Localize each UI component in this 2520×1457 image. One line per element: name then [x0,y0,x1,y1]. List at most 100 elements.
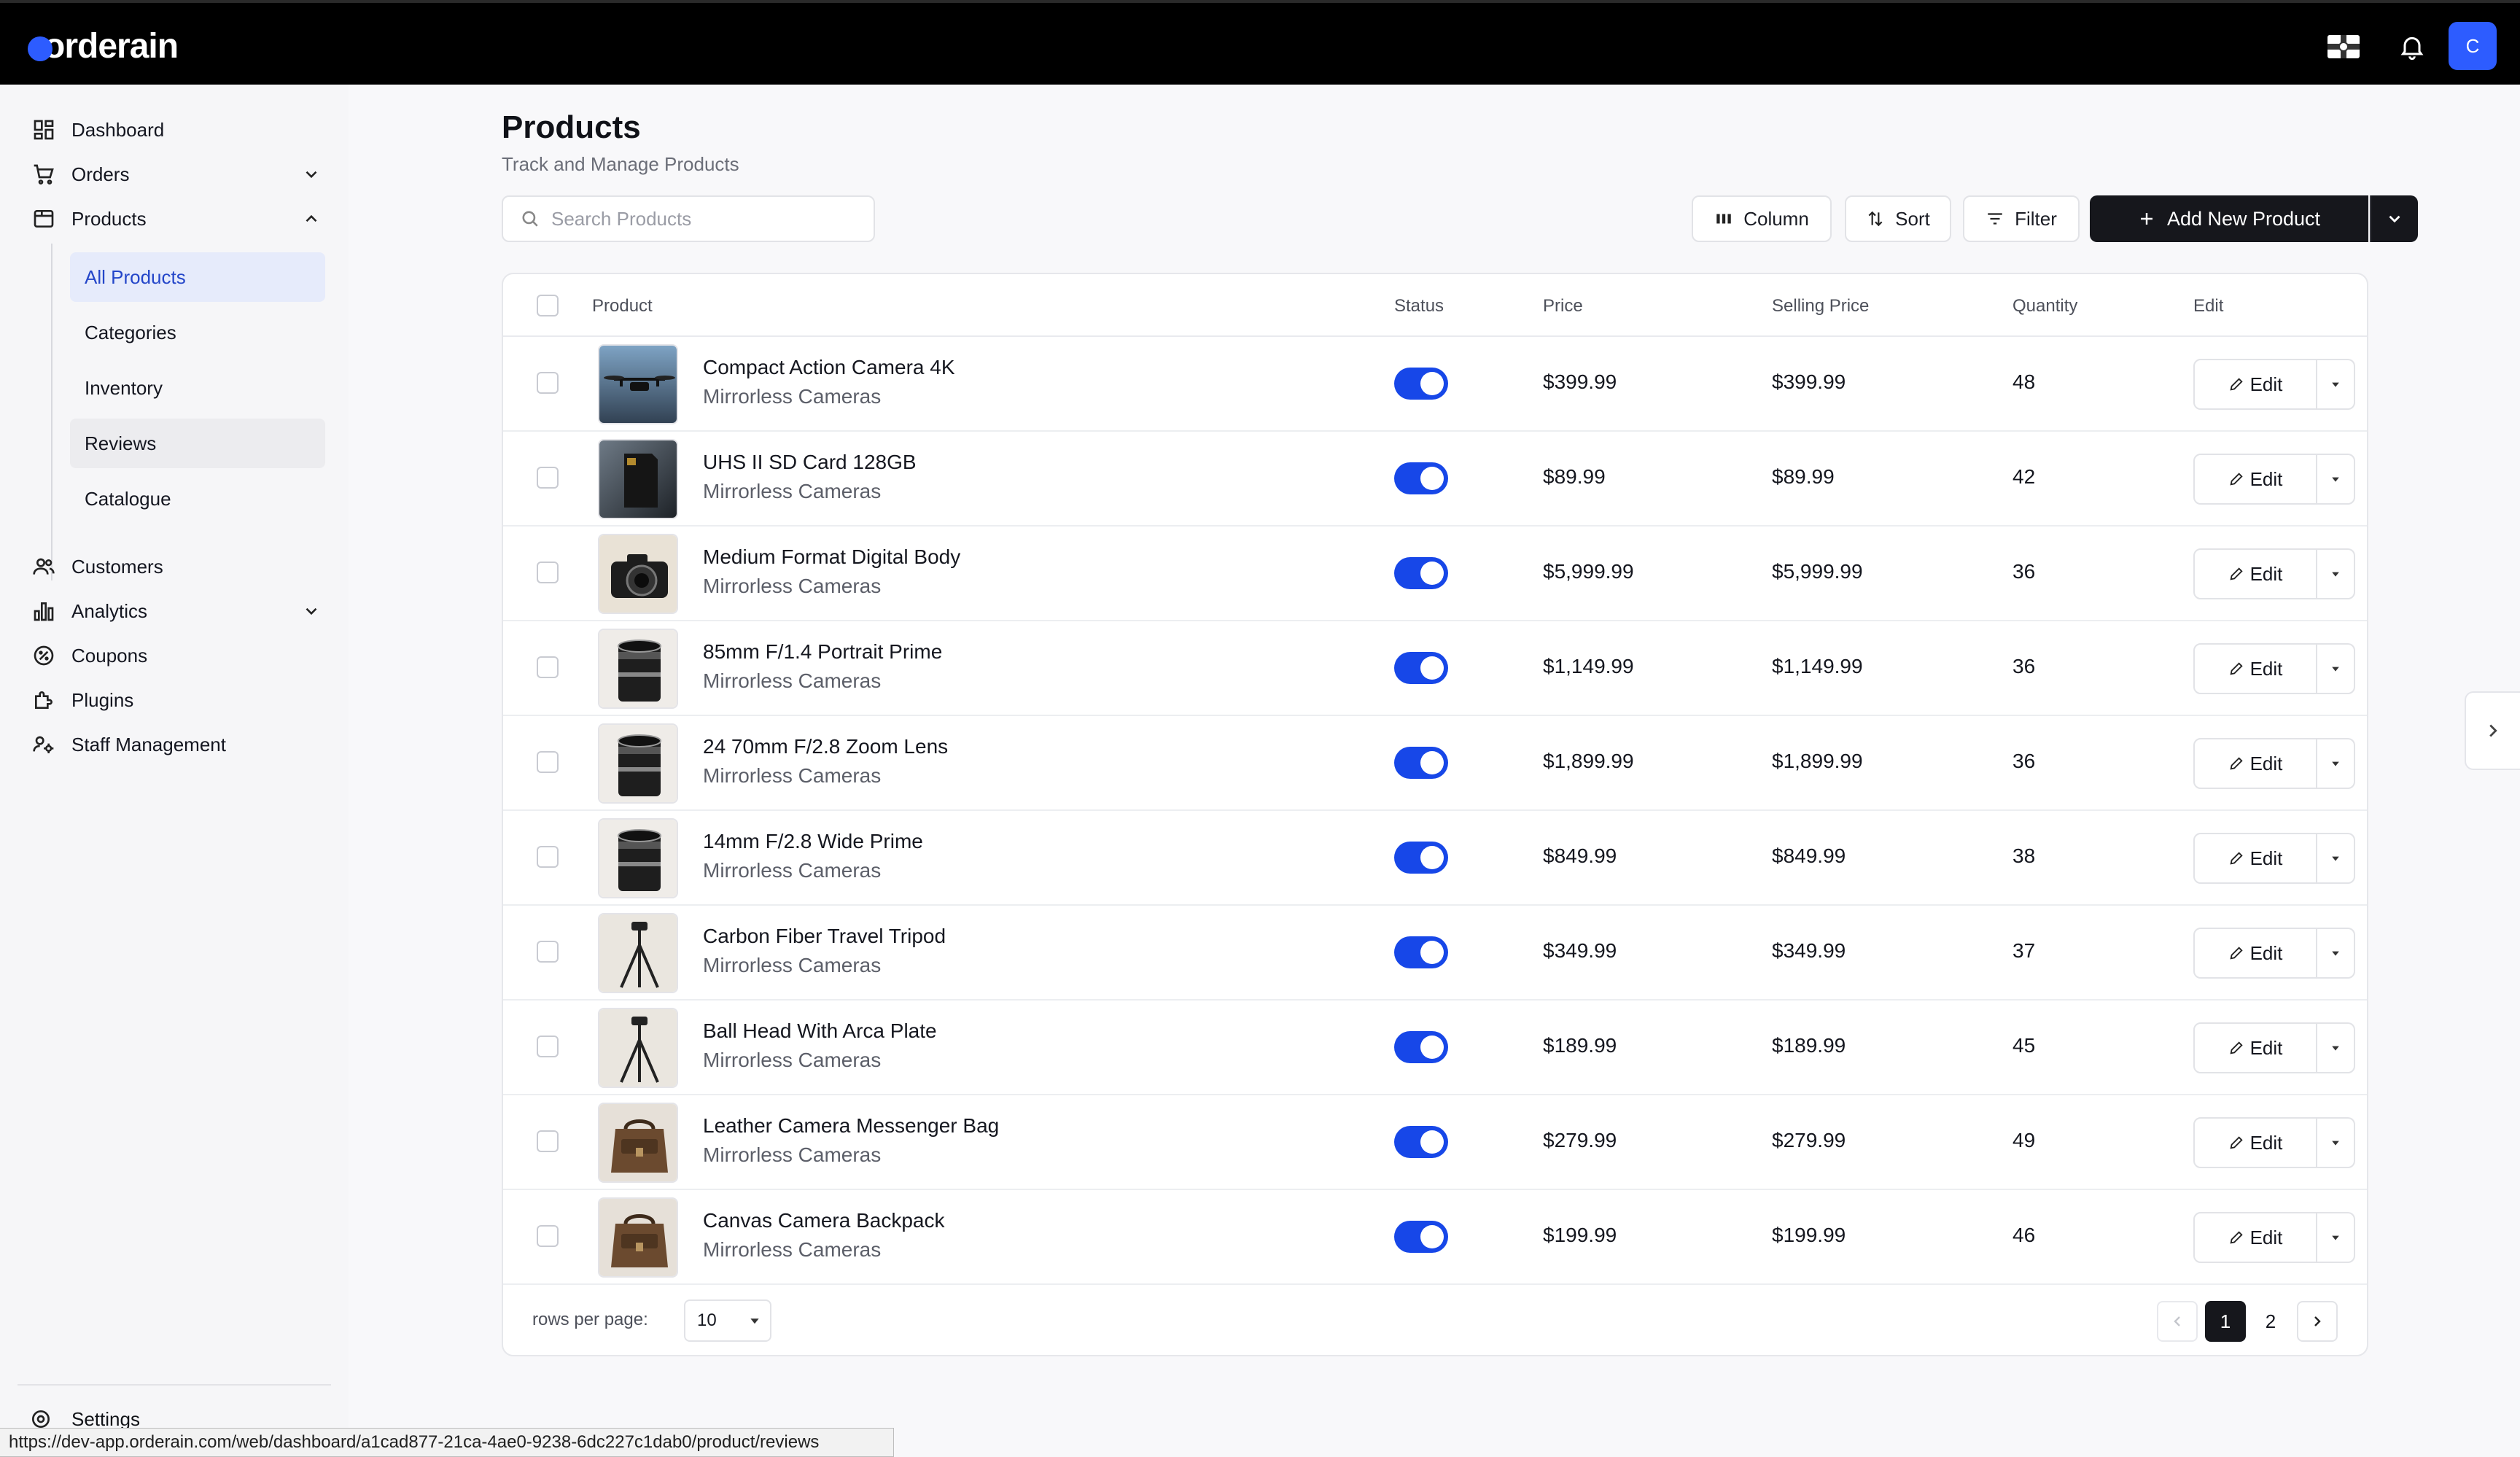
product-name[interactable]: Leather Camera Messenger Bag [703,1114,999,1138]
edit-dropdown-button[interactable] [2317,738,2355,789]
edit-button[interactable]: Edit [2193,738,2317,789]
status-toggle[interactable] [1394,368,1448,400]
row-checkbox[interactable] [537,846,559,868]
product-name[interactable]: 24 70mm F/2.8 Zoom Lens [703,735,948,758]
edit-button[interactable]: Edit [2193,454,2317,505]
edit-dropdown-button[interactable] [2317,1117,2355,1168]
product-name[interactable]: Carbon Fiber Travel Tripod [703,925,946,948]
sort-icon [1868,211,1883,227]
edit-dropdown-button[interactable] [2317,1022,2355,1073]
status-toggle[interactable] [1394,1221,1448,1253]
previous-page-button[interactable] [2157,1301,2198,1342]
sidebar-item-dashboard[interactable]: Dashboard [29,112,321,148]
sidebar-item-analytics[interactable]: Analytics [29,593,321,629]
status-toggle[interactable] [1394,1031,1448,1063]
price-cell: $349.99 [1543,939,1617,962]
row-checkbox[interactable] [537,1130,559,1152]
row-checkbox[interactable] [537,562,559,583]
edit-button-label: Edit [2249,1036,2283,1059]
product-name[interactable]: 14mm F/2.8 Wide Prime [703,830,923,853]
status-toggle[interactable] [1394,462,1448,494]
language-flag-icon[interactable] [2326,29,2361,64]
caret-down-icon [2332,1235,2339,1240]
row-checkbox[interactable] [537,372,559,394]
product-name[interactable]: UHS II SD Card 128GB [703,451,917,474]
product-name[interactable]: Ball Head With Arca Plate [703,1019,937,1043]
page-2-button[interactable]: 2 [2250,1301,2291,1342]
sidebar-item-orders[interactable]: Orders [29,156,321,193]
selling-price-cell: $189.99 [1772,1034,1846,1057]
header-selling-price[interactable]: Selling Price [1772,296,1869,316]
selling-price-cell: $849.99 [1772,844,1846,867]
edit-button[interactable]: Edit [2193,1117,2317,1168]
edit-dropdown-button[interactable] [2317,454,2355,505]
sidebar-subitem-inventory[interactable]: Inventory [70,363,325,413]
notification-bell-icon[interactable] [2395,29,2430,64]
add-product-dropdown-button[interactable] [2370,195,2418,242]
row-checkbox[interactable] [537,467,559,489]
filter-button-label: Filter [2015,207,2057,230]
quantity-cell: 38 [2012,844,2036,867]
sidebar-subitem-reviews[interactable]: Reviews [70,419,325,468]
filter-button[interactable]: Filter [1963,195,2080,242]
edit-dropdown-button[interactable] [2317,1212,2355,1263]
edit-dropdown-button[interactable] [2317,928,2355,979]
pencil-icon [2230,567,2243,580]
sidebar-subitem-categories[interactable]: Categories [70,308,325,357]
sidebar-item-staff-management[interactable]: Staff Management [29,726,321,763]
edit-dropdown-button[interactable] [2317,359,2355,410]
row-checkbox[interactable] [537,751,559,773]
status-toggle[interactable] [1394,747,1448,779]
add-new-product-button[interactable]: Add New Product [2090,195,2368,242]
edit-button[interactable]: Edit [2193,1022,2317,1073]
header-edit: Edit [2193,296,2224,316]
product-name[interactable]: Canvas Camera Backpack [703,1209,944,1232]
sidebar-item-products[interactable]: Products [29,201,321,237]
status-toggle[interactable] [1394,652,1448,684]
header-price[interactable]: Price [1543,296,1583,316]
users-icon [29,552,58,581]
sidebar-item-coupons[interactable]: Coupons [29,637,321,674]
header-product[interactable]: Product [592,296,653,316]
edit-button[interactable]: Edit [2193,928,2317,979]
header-status[interactable]: Status [1394,296,1444,316]
sidebar-item-plugins[interactable]: Plugins [29,682,321,718]
app-logo[interactable]: orderain [28,27,179,66]
top-bar: orderain C [0,0,2520,85]
row-checkbox[interactable] [537,1036,559,1057]
edit-button[interactable]: Edit [2193,548,2317,599]
header-quantity[interactable]: Quantity [2012,296,2077,316]
product-name[interactable]: 85mm F/1.4 Portrait Prime [703,640,942,664]
sidebar-subitem-catalogue[interactable]: Catalogue [70,474,325,524]
edit-button-label: Edit [2249,847,2283,869]
next-page-button[interactable] [2297,1301,2338,1342]
rows-per-page-label: rows per page: [532,1310,648,1329]
edit-dropdown-button[interactable] [2317,548,2355,599]
row-checkbox[interactable] [537,1225,559,1247]
search-input[interactable] [551,207,858,230]
edit-button[interactable]: Edit [2193,643,2317,694]
sidebar-subitem-all-products[interactable]: All Products [70,252,325,302]
user-avatar[interactable]: C [2449,22,2497,70]
edit-button[interactable]: Edit [2193,1212,2317,1263]
edit-button[interactable]: Edit [2193,833,2317,884]
row-checkbox[interactable] [537,941,559,963]
sidebar-item-customers[interactable]: Customers [29,548,321,585]
edit-dropdown-button[interactable] [2317,833,2355,884]
product-name[interactable]: Medium Format Digital Body [703,545,960,569]
sort-button[interactable]: Sort [1845,195,1951,242]
row-checkbox[interactable] [537,656,559,678]
rows-per-page-select[interactable]: 10 [684,1299,771,1342]
edit-button[interactable]: Edit [2193,359,2317,410]
edit-dropdown-button[interactable] [2317,643,2355,694]
status-toggle[interactable] [1394,936,1448,968]
select-all-checkbox[interactable] [537,295,559,316]
search-box[interactable] [502,195,875,242]
status-toggle[interactable] [1394,557,1448,589]
side-panel-toggle[interactable] [2465,691,2520,770]
status-toggle[interactable] [1394,1126,1448,1158]
page-1-button[interactable]: 1 [2205,1301,2246,1342]
status-toggle[interactable] [1394,842,1448,874]
column-button[interactable]: Column [1692,195,1832,242]
product-name[interactable]: Compact Action Camera 4K [703,356,955,379]
